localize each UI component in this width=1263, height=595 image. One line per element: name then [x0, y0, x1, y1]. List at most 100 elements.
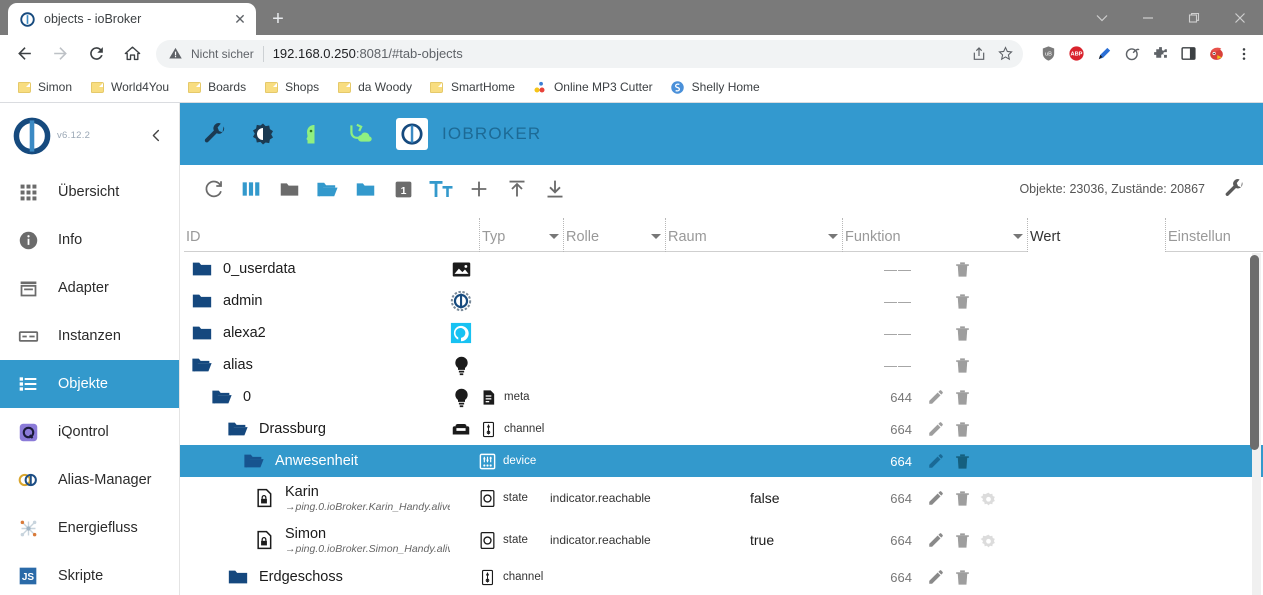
table-row[interactable]: 0_userdata ——	[180, 253, 1263, 285]
tree-scrollbar-thumb[interactable]	[1250, 255, 1259, 450]
share-icon[interactable]	[967, 42, 991, 66]
star-icon[interactable]	[993, 42, 1017, 66]
minimize-icon[interactable]	[1125, 0, 1171, 35]
delete-icon[interactable]	[952, 387, 972, 407]
folder-open-icon[interactable]	[226, 417, 250, 441]
filter-raum[interactable]: Raum	[666, 218, 843, 252]
import-icon[interactable]	[498, 170, 536, 208]
filter-funktion[interactable]: Funktion	[843, 218, 1028, 252]
sidebar-item-energiefluss[interactable]: Energiefluss	[0, 504, 179, 552]
table-row[interactable]: admin ——	[180, 285, 1263, 317]
refresh-icon[interactable]	[194, 170, 232, 208]
delete-icon[interactable]	[952, 323, 972, 343]
export-icon[interactable]	[536, 170, 574, 208]
folder-open-icon[interactable]	[242, 449, 266, 473]
table-row[interactable]: 0 meta 644	[180, 381, 1263, 413]
edit-icon[interactable]	[926, 451, 946, 471]
table-row[interactable]: Simon →ping.0.ioBroker.Simon_Handy.alive…	[180, 519, 1263, 561]
settings-icon[interactable]	[978, 530, 998, 550]
delete-icon[interactable]	[952, 291, 972, 311]
side-panel-icon[interactable]	[1175, 41, 1201, 67]
close-icon[interactable]	[1217, 0, 1263, 35]
cloud-sync-icon[interactable]	[346, 121, 372, 147]
edit-icon[interactable]	[926, 488, 946, 508]
address-bar[interactable]: Nicht sicher 192.168.0.250:8081/#tab-obj…	[156, 39, 1023, 68]
folder-open-icon[interactable]	[210, 385, 234, 409]
folder-closed-icon[interactable]	[190, 289, 214, 313]
collapse-all-folder-icon[interactable]	[270, 170, 308, 208]
filter-id[interactable]: ID	[180, 218, 480, 252]
depth-one-icon[interactable]: 1	[384, 170, 422, 208]
objects-tree[interactable]: 0_userdata —— admin —— alexa2 —— alias —…	[180, 253, 1263, 595]
bookmark-item[interactable]: World4You	[81, 76, 177, 98]
bookmark-item[interactable]: Simon	[8, 76, 80, 98]
filter-rolle[interactable]: Rolle	[564, 218, 666, 252]
sidebar-item-alias-manager[interactable]: Alias-Manager	[0, 456, 179, 504]
bookmark-item[interactable]: Shelly Home	[662, 76, 768, 98]
chevron-down-icon[interactable]	[1079, 0, 1125, 35]
delete-icon[interactable]	[952, 419, 972, 439]
settings-wrench-icon[interactable]	[1215, 170, 1253, 208]
forward-button[interactable]	[45, 39, 75, 69]
sidebar-item-info[interactable]: Info	[0, 216, 179, 264]
row-value-cell[interactable]: false	[740, 490, 850, 506]
edit-icon[interactable]	[926, 530, 946, 550]
eyedropper-icon[interactable]	[1091, 41, 1117, 67]
delete-icon[interactable]	[952, 567, 972, 587]
bookmark-item[interactable]: da Woody	[328, 76, 420, 98]
edit-icon[interactable]	[926, 387, 946, 407]
reload-button[interactable]	[81, 39, 111, 69]
circle-extension-icon[interactable]	[1119, 41, 1145, 67]
back-button[interactable]	[9, 39, 39, 69]
table-row[interactable]: Anwesenheit device 664	[180, 445, 1263, 477]
chevron-left-icon[interactable]	[143, 123, 169, 149]
table-row[interactable]: Drassburg channel 664	[180, 413, 1263, 445]
folder-closed-icon[interactable]	[190, 257, 214, 281]
filter-folder-icon[interactable]	[346, 170, 384, 208]
text-size-icon[interactable]	[422, 170, 460, 208]
folder-closed-icon[interactable]	[226, 565, 250, 589]
bookmark-item[interactable]: SmartHome	[421, 76, 523, 98]
wrench-icon[interactable]	[202, 121, 228, 147]
chrome-menu-icon[interactable]	[1231, 41, 1257, 67]
sidebar-item-instanzen[interactable]: Instanzen	[0, 312, 179, 360]
tree-scrollbar-track[interactable]	[1250, 253, 1261, 595]
delete-icon[interactable]	[952, 530, 972, 550]
tab-close-icon[interactable]: ✕	[230, 9, 250, 29]
extensions-puzzle-icon[interactable]	[1147, 41, 1173, 67]
profile-avatar-icon[interactable]	[1203, 41, 1229, 67]
browser-tab[interactable]: objects - ioBroker ✕	[8, 3, 256, 35]
table-row[interactable]: Erdgeschoss channel 664	[180, 561, 1263, 593]
sidebar-item-adapter[interactable]: Adapter	[0, 264, 179, 312]
new-tab-button[interactable]: +	[264, 5, 292, 33]
row-value-cell[interactable]: true	[740, 532, 850, 548]
bookmark-item[interactable]: Shops	[255, 76, 327, 98]
adblock-plus-icon[interactable]: ABP	[1063, 41, 1089, 67]
delete-icon[interactable]	[952, 355, 972, 375]
settings-icon[interactable]	[978, 488, 998, 508]
sidebar-item-iqontrol[interactable]: iQontrol	[0, 408, 179, 456]
delete-icon[interactable]	[952, 451, 972, 471]
filter-typ[interactable]: Typ	[480, 218, 564, 252]
delete-icon[interactable]	[952, 259, 972, 279]
contrast-icon[interactable]	[250, 121, 276, 147]
folder-closed-icon[interactable]	[190, 321, 214, 345]
table-row[interactable]: Karin →ping.0.ioBroker.Karin_Handy.alive…	[180, 477, 1263, 519]
add-icon[interactable]	[460, 170, 498, 208]
home-button[interactable]	[117, 39, 147, 69]
maximize-icon[interactable]	[1171, 0, 1217, 35]
table-row[interactable]: alexa2 ——	[180, 317, 1263, 349]
sidebar-item-skripte[interactable]: JS Skripte	[0, 552, 179, 595]
folder-open-icon[interactable]	[190, 353, 214, 377]
table-row[interactable]: alias ——	[180, 349, 1263, 381]
head-green-icon[interactable]	[298, 121, 324, 147]
ublock-origin-icon[interactable]: uB	[1035, 41, 1061, 67]
columns-icon[interactable]	[232, 170, 270, 208]
expand-folder-icon[interactable]	[308, 170, 346, 208]
sidebar-item-uebersicht[interactable]: Übersicht	[0, 168, 179, 216]
bookmark-item[interactable]: Online MP3 Cutter	[524, 76, 661, 98]
bookmark-item[interactable]: Boards	[178, 76, 254, 98]
sidebar-item-objekte[interactable]: Objekte	[0, 360, 179, 408]
edit-icon[interactable]	[926, 419, 946, 439]
delete-icon[interactable]	[952, 488, 972, 508]
